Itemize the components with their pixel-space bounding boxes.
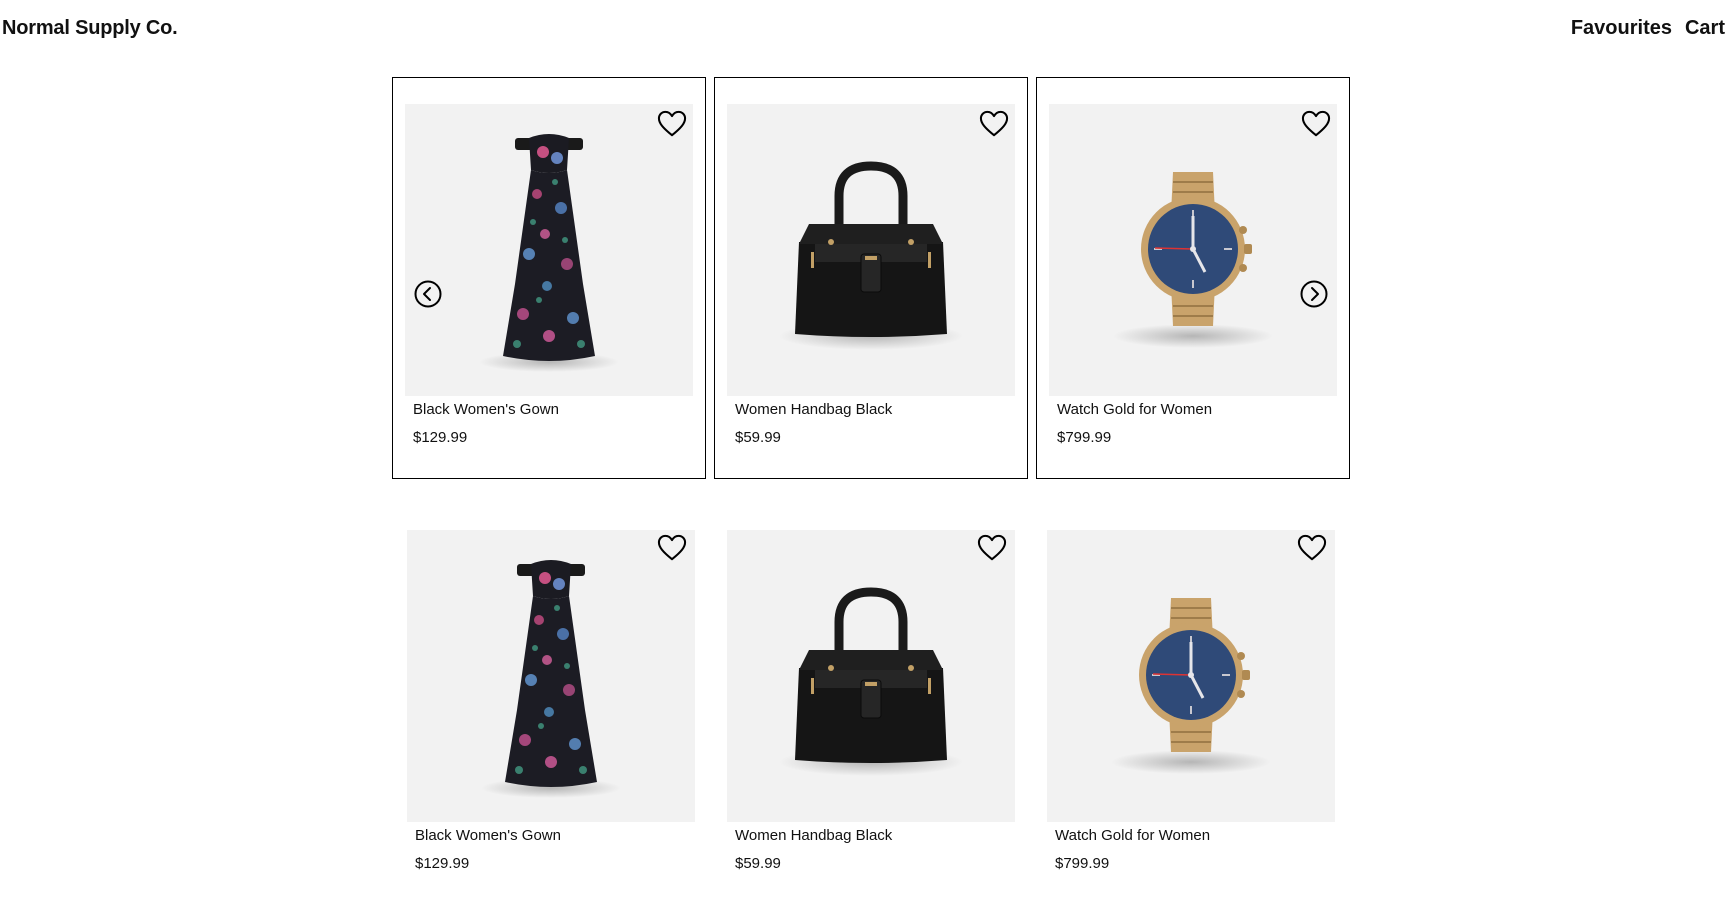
top-nav: Favourites Cart [1571,17,1725,40]
product-image[interactable] [1049,104,1337,396]
product-card[interactable]: Black Women's Gown $129.99 [407,530,695,880]
product-price: $129.99 [413,429,468,446]
product-card[interactable]: Women Handbag Black $59.99 [714,77,1028,479]
product-card[interactable]: Black Women's Gown $129.99 [392,77,706,479]
handbag-image [727,530,1015,822]
product-image[interactable] [727,104,1015,396]
heart-icon[interactable] [657,534,687,562]
nav-cart-link[interactable]: Cart [1685,17,1725,40]
product-price: $799.99 [1055,855,1110,872]
product-card[interactable]: Watch Gold for Women $799.99 [1047,530,1335,880]
product-name[interactable]: Women Handbag Black [735,827,892,844]
nav-favourites-link[interactable]: Favourites [1571,17,1672,40]
product-price: $799.99 [1057,429,1112,446]
watch-image [1049,104,1337,396]
product-price: $129.99 [415,855,470,872]
heart-icon[interactable] [1301,110,1331,138]
product-name[interactable]: Watch Gold for Women [1055,827,1210,844]
site-header: Normal Supply Co. Favourites Cart [0,0,1727,60]
heart-icon[interactable] [979,110,1009,138]
carousel-prev-button[interactable] [414,280,442,308]
gown-image [405,104,693,396]
carousel-next-button[interactable] [1300,280,1328,308]
product-price: $59.99 [735,855,781,872]
product-image[interactable] [405,104,693,396]
product-name[interactable]: Watch Gold for Women [1057,401,1212,418]
product-card[interactable]: Watch Gold for Women $799.99 [1036,77,1350,479]
product-image[interactable] [727,530,1015,822]
product-name[interactable]: Women Handbag Black [735,401,892,418]
product-image[interactable] [407,530,695,822]
heart-icon[interactable] [1297,534,1327,562]
heart-icon[interactable] [977,534,1007,562]
brand-logo[interactable]: Normal Supply Co. [2,17,178,40]
handbag-image [727,104,1015,396]
product-name[interactable]: Black Women's Gown [415,827,561,844]
product-card[interactable]: Women Handbag Black $59.99 [727,530,1015,880]
gown-image [407,530,695,822]
product-name[interactable]: Black Women's Gown [413,401,559,418]
heart-icon[interactable] [657,110,687,138]
watch-image [1047,530,1335,822]
product-price: $59.99 [735,429,781,446]
product-image[interactable] [1047,530,1335,822]
